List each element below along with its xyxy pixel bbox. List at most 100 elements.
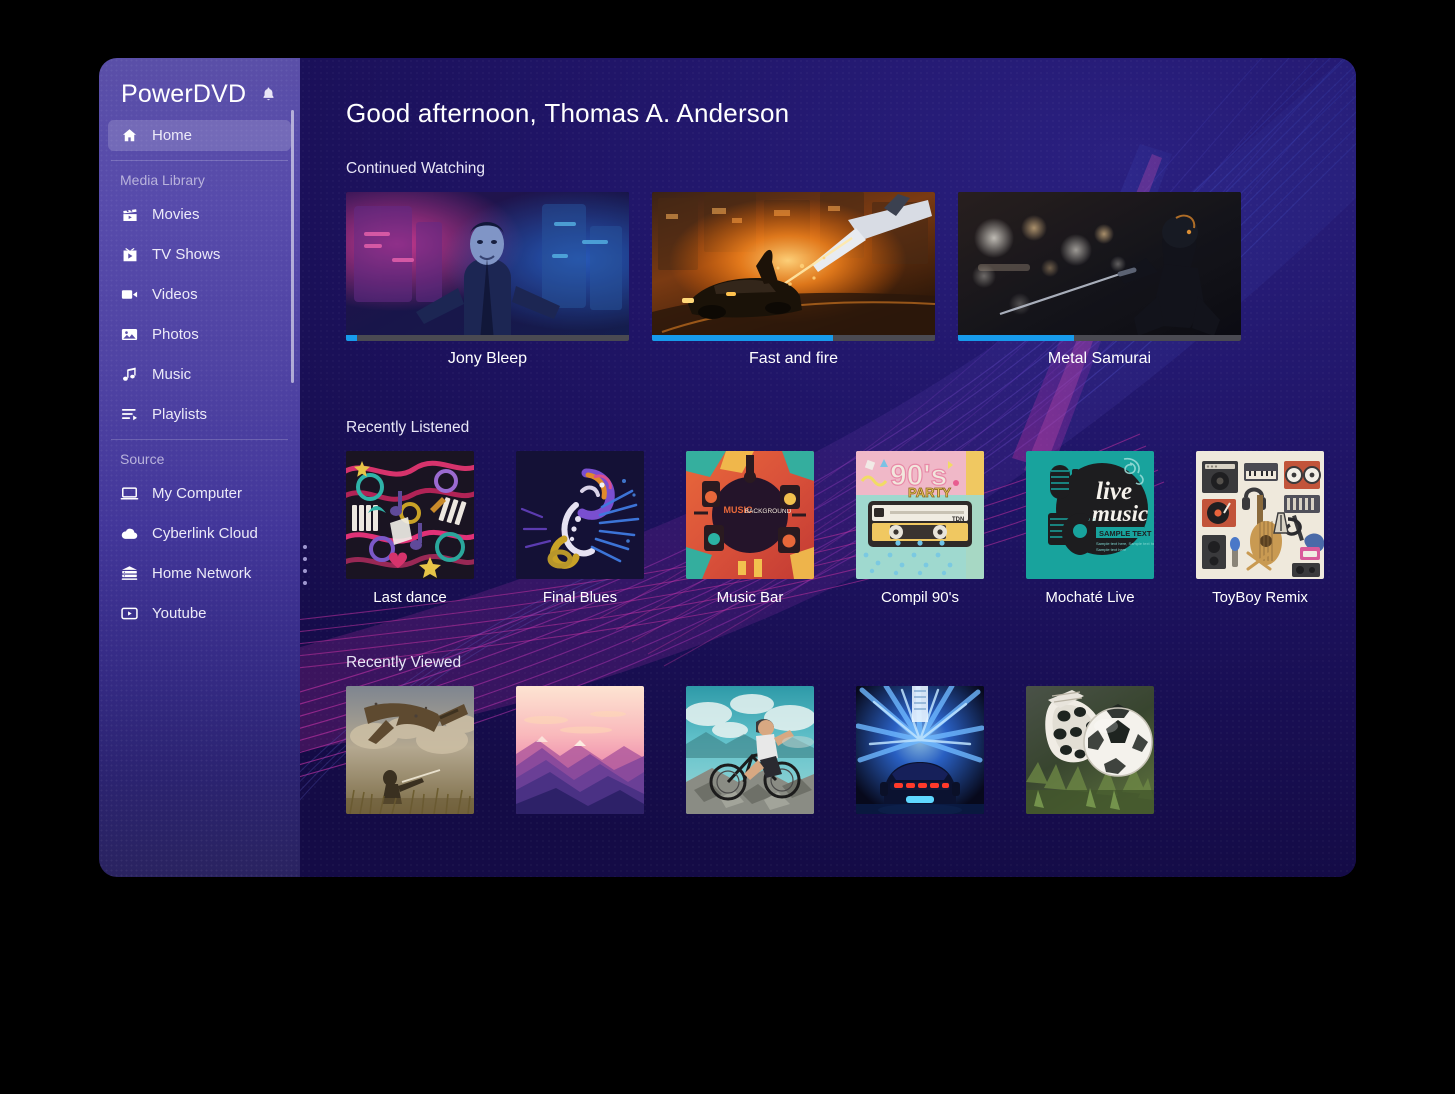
album-label: Music Bar — [716, 589, 784, 606]
progress-fill — [652, 335, 834, 341]
sidebar-item-playlists[interactable]: Playlists — [108, 399, 291, 430]
playlist-icon — [120, 405, 139, 424]
soccer-boots-ball-art — [1026, 686, 1154, 814]
album-art[interactable]: 90's PARTY TDN — [856, 451, 984, 579]
sidebar-item-home[interactable]: Home — [108, 120, 291, 151]
photo-thumbnail[interactable] — [686, 686, 814, 814]
album-card[interactable]: 90's PARTY TDN Compil 90's — [856, 451, 984, 606]
photo-thumbnail[interactable] — [1026, 686, 1154, 814]
sidebar-item-photos[interactable]: Photos — [108, 319, 291, 350]
app-title: PowerDVD — [121, 79, 247, 108]
samurai-night-city-art — [958, 192, 1241, 341]
recently-listened-row: Last dance Final Blues MUSIC BACKGROUND … — [346, 451, 1356, 606]
section-title: Recently Viewed — [346, 654, 462, 671]
live-music-poster-art: live music SAMPLE TEXT HERE Sample text … — [1026, 451, 1154, 579]
progress-track[interactable] — [346, 335, 629, 341]
photo-card[interactable] — [856, 686, 984, 814]
album-card[interactable]: live music SAMPLE TEXT HERE Sample text … — [1026, 451, 1154, 606]
photo-icon — [120, 325, 139, 344]
music-background-burst-art: MUSIC BACKGROUND — [686, 451, 814, 579]
continued-watching-label: Metal Samurai — [1047, 350, 1152, 367]
sidebar-item-label: Movies — [152, 206, 200, 223]
video-thumbnail[interactable] — [958, 192, 1241, 341]
sidebar-item-cyberlink-cloud[interactable]: Cyberlink Cloud — [108, 518, 291, 549]
progress-track[interactable] — [958, 335, 1241, 341]
photo-thumbnail[interactable] — [346, 686, 474, 814]
saxophone-player-art — [516, 451, 644, 579]
sidebar-group-title-source: Source — [120, 451, 165, 467]
continued-watching-label: Jony Bleep — [447, 350, 528, 367]
handle-dot — [303, 569, 307, 573]
section-title: Recently Listened — [346, 419, 470, 436]
album-art[interactable] — [346, 451, 474, 579]
photo-card[interactable] — [516, 686, 644, 814]
video-camera-icon — [120, 285, 139, 304]
bell-icon[interactable] — [258, 84, 278, 104]
sidebar-item-movies[interactable]: Movies — [108, 199, 291, 230]
svg-text:TDN: TDN — [952, 517, 964, 523]
content-area: Good afternoon, Thomas A. Anderson Conti… — [300, 58, 1356, 877]
svg-text:music: music — [1092, 501, 1148, 526]
youtube-icon — [120, 604, 139, 623]
continued-watching-card[interactable]: Jony Bleep — [346, 192, 629, 368]
video-thumbnail[interactable] — [652, 192, 935, 341]
pink-purple-mountains-art — [516, 686, 644, 814]
sidebar-item-music[interactable]: Music — [108, 359, 291, 390]
doodle-music-collage-art — [346, 451, 474, 579]
cyberpunk-man-neon-art — [346, 192, 629, 341]
album-art[interactable]: live music SAMPLE TEXT HERE Sample text … — [1026, 451, 1154, 579]
sidebar-item-videos[interactable]: Videos — [108, 279, 291, 310]
album-label: Mochaté Live — [1045, 589, 1135, 606]
sidebar-item-label: Playlists — [152, 406, 208, 423]
album-card[interactable]: MUSIC BACKGROUND Music Bar — [686, 451, 814, 606]
continued-watching-card[interactable]: Fast and fire — [652, 192, 935, 368]
svg-text:BACKGROUND: BACKGROUND — [745, 508, 792, 515]
continued-watching-card[interactable]: Metal Samurai — [958, 192, 1241, 368]
ninetys-party-cassette-art: 90's PARTY TDN — [856, 451, 984, 579]
svg-text:PARTY: PARTY — [908, 485, 951, 500]
svg-text:♪ ♫: ♪ ♫ — [1088, 517, 1096, 523]
main-content: Good afternoon, Thomas A. Anderson Conti… — [300, 58, 1356, 877]
album-card[interactable]: Final Blues — [516, 451, 644, 606]
app-window: PowerDVD Home Media Library Movies TV Sh… — [99, 58, 1356, 877]
sidebar-scrollbar[interactable] — [291, 110, 294, 383]
sidebar-item-label: Cyberlink Cloud — [152, 525, 258, 542]
album-card[interactable]: Last dance — [346, 451, 474, 606]
handle-dot — [303, 557, 307, 561]
sidebar-resize-handle[interactable] — [301, 545, 309, 585]
server-icon — [120, 564, 139, 583]
sidebar-item-my-computer[interactable]: My Computer — [108, 478, 291, 509]
photo-card[interactable] — [686, 686, 814, 814]
sidebar: PowerDVD Home Media Library Movies TV Sh… — [99, 58, 300, 877]
mountain-biker-art — [686, 686, 814, 814]
album-card[interactable]: ToyBoy Remix — [1196, 451, 1324, 606]
greeting-name: Thomas A. Anderson — [544, 98, 790, 128]
progress-track[interactable] — [652, 335, 935, 341]
sidebar-item-tv-shows[interactable]: TV Shows — [108, 239, 291, 270]
album-art[interactable] — [1196, 451, 1324, 579]
sidebar-item-label: Home Network — [152, 565, 252, 582]
handle-dot — [303, 545, 307, 549]
photo-card[interactable] — [346, 686, 474, 814]
sidebar-group-source: My Computer Cyberlink Cloud Home Network… — [99, 478, 300, 629]
continued-watching-row: Jony Bleep Fast and fire Metal Samurai — [346, 192, 1356, 368]
instruments-flatlay-art — [1196, 451, 1324, 579]
sports-car-tunnel-art — [856, 686, 984, 814]
photo-thumbnail[interactable] — [516, 686, 644, 814]
progress-fill — [958, 335, 1075, 341]
continued-watching-label: Fast and fire — [749, 350, 838, 367]
album-art[interactable]: MUSIC BACKGROUND — [686, 451, 814, 579]
sidebar-item-home-network[interactable]: Home Network — [108, 558, 291, 589]
album-label: ToyBoy Remix — [1212, 589, 1308, 606]
section-recently-listened: Recently Listened Last dance Final Blues… — [346, 419, 1356, 606]
clapperboard-icon — [120, 205, 139, 224]
sidebar-item-youtube[interactable]: Youtube — [108, 598, 291, 629]
photo-card[interactable] — [1026, 686, 1154, 814]
album-art[interactable] — [516, 451, 644, 579]
section-continued-watching: Continued Watching Jony Bleep Fast and f… — [346, 160, 1356, 368]
laptop-icon — [120, 484, 139, 503]
sidebar-primary-nav: Home — [99, 120, 300, 151]
sidebar-item-label: My Computer — [152, 485, 243, 502]
photo-thumbnail[interactable] — [856, 686, 984, 814]
video-thumbnail[interactable] — [346, 192, 629, 341]
